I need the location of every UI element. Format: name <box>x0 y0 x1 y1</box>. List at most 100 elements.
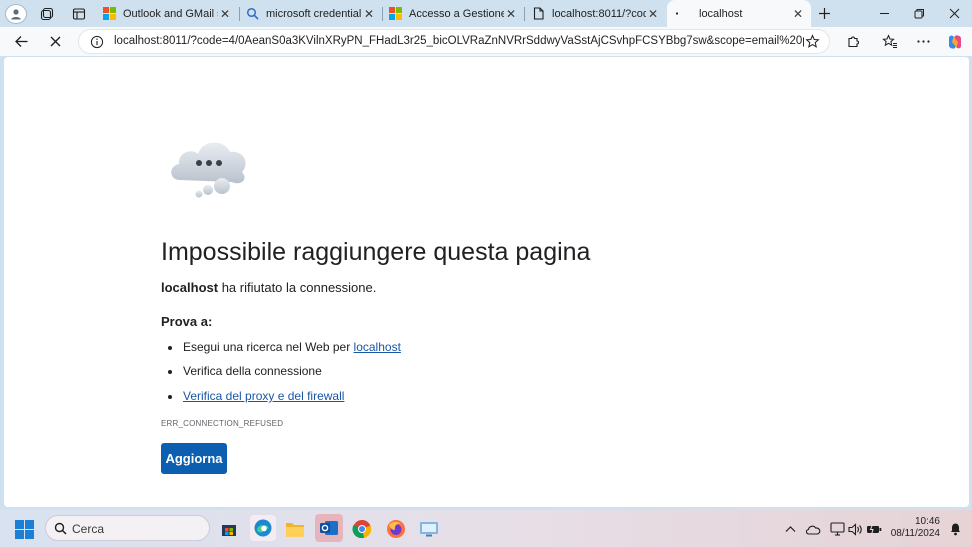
close-tab-icon[interactable]: ✕ <box>791 7 805 21</box>
tab-localhost-code[interactable]: localhost:8011/?code=4 ✕ <box>525 0 666 27</box>
taskbar-store[interactable] <box>217 517 241 541</box>
copilot-button[interactable] <box>943 30 967 53</box>
settings-more-button[interactable] <box>911 30 935 53</box>
info-icon[interactable] <box>90 35 104 49</box>
clock-date: 08/11/2024 <box>890 528 940 539</box>
remote-desktop-icon <box>420 522 438 537</box>
cloud-icon <box>805 525 821 535</box>
suggestion-proxy: Verifica del proxy e del firewall <box>168 389 344 403</box>
close-icon <box>949 8 959 19</box>
battery-icon <box>867 523 882 535</box>
tab-title: microsoft credential ma <box>266 7 362 20</box>
url-text[interactable]: localhost:8011/?code=4/0AeanS0a3KVilnXRy… <box>114 35 804 47</box>
suggestion-search-text: Esegui una ricerca nel Web per <box>183 340 354 354</box>
bullet <box>168 394 172 399</box>
workspaces-icon <box>40 7 54 20</box>
microsoft-logo-icon <box>389 7 402 20</box>
start-button[interactable] <box>12 517 36 541</box>
battery-tray[interactable] <box>862 517 886 541</box>
page-icon <box>533 7 544 20</box>
folder-icon <box>286 522 304 537</box>
search-placeholder: Cerca <box>72 522 105 536</box>
tab-outlook-gmail-sync[interactable]: Outlook and GMail sync ✕ <box>96 0 238 27</box>
cloud-error-icon <box>171 142 246 198</box>
close-window-button[interactable] <box>937 0 971 27</box>
reload-button[interactable]: Aggiorna <box>161 443 227 474</box>
minimize-icon <box>879 13 889 14</box>
vertical-tabs-button[interactable] <box>67 3 91 24</box>
bullet <box>168 345 172 350</box>
restore-icon <box>914 9 924 19</box>
new-tab-button[interactable] <box>807 0 841 27</box>
error-title: Impossibile raggiungere questa pagina <box>161 238 591 266</box>
suggestion-search: Esegui una ricerca nel Web per localhost <box>168 340 401 354</box>
tab-strip: Outlook and GMail sync ✕ microsoft crede… <box>0 0 972 27</box>
error-code: ERR_CONNECTION_REFUSED <box>161 419 284 428</box>
proxy-firewall-link[interactable]: Verifica del proxy e del firewall <box>183 389 344 403</box>
onedrive-tray[interactable] <box>801 517 825 541</box>
tab-title: localhost:8011/?code=4 <box>552 7 646 20</box>
tab-accesso-gestione[interactable]: Accesso a Gestione cred ✕ <box>382 0 524 27</box>
chrome-icon <box>352 520 372 539</box>
clock-time: 10:46 <box>914 516 940 527</box>
taskbar-search[interactable]: Cerca <box>45 515 210 541</box>
notifications-button[interactable] <box>943 517 967 541</box>
search-icon <box>54 522 67 535</box>
speaker-icon <box>847 522 862 536</box>
tab-microsoft-credential[interactable]: microsoft credential ma ✕ <box>239 0 382 27</box>
search-localhost-link[interactable]: localhost <box>354 340 401 354</box>
puzzle-icon <box>847 36 859 48</box>
firefox-icon <box>387 520 405 538</box>
error-host: localhost <box>161 280 219 295</box>
windows-logo-icon <box>14 519 34 539</box>
taskbar-edge[interactable] <box>250 515 276 541</box>
close-tab-icon[interactable]: ✕ <box>362 7 376 21</box>
favorites-button[interactable] <box>878 30 902 53</box>
taskbar-explorer[interactable] <box>283 517 307 541</box>
chevron-up-icon <box>785 526 795 532</box>
favorites-icon <box>882 34 897 48</box>
taskbar: Cerca 10:46 08/11/2024 <box>0 510 972 547</box>
tab-title: Outlook and GMail sync <box>123 7 218 20</box>
error-message-text: ha rifiutato la connessione. <box>221 280 377 295</box>
suggestion-connection-text: Verifica della connessione <box>183 364 322 378</box>
more-dots-icon <box>916 40 930 43</box>
extensions-button[interactable] <box>841 30 865 53</box>
outlook-icon <box>320 521 338 535</box>
person-icon <box>11 9 21 20</box>
store-icon <box>222 525 236 536</box>
close-icon <box>50 36 60 47</box>
plus-icon <box>818 8 830 19</box>
tab-actions-icon <box>72 7 86 20</box>
taskbar-outlook[interactable] <box>315 514 343 542</box>
profile-avatar[interactable] <box>5 4 27 24</box>
error-message: localhost ha rifiutato la connessione. <box>161 280 376 295</box>
star-icon[interactable] <box>805 34 820 49</box>
close-tab-icon[interactable]: ✕ <box>504 7 518 21</box>
try-heading: Prova a: <box>161 314 213 329</box>
taskbar-chrome[interactable] <box>350 517 374 541</box>
loading-icon <box>675 12 679 15</box>
arrow-left-icon <box>14 36 27 47</box>
taskbar-firefox[interactable] <box>384 517 408 541</box>
address-bar[interactable]: localhost:8011/?code=4/0AeanS0a3KVilnXRy… <box>78 29 830 54</box>
show-hidden-icons-button[interactable] <box>778 517 802 541</box>
close-tab-icon[interactable]: ✕ <box>646 7 660 21</box>
copilot-icon <box>949 34 961 49</box>
stop-loading-button[interactable] <box>43 30 67 53</box>
bullet <box>168 369 172 374</box>
workspaces-button[interactable] <box>35 3 59 24</box>
search-icon <box>246 7 259 20</box>
close-tab-icon[interactable]: ✕ <box>218 7 232 21</box>
back-button[interactable] <box>9 30 33 53</box>
clock[interactable]: 10:46 08/11/2024 <box>891 516 940 540</box>
restore-button[interactable] <box>902 0 936 27</box>
bell-icon <box>950 523 960 536</box>
minimize-button[interactable] <box>867 0 901 27</box>
tab-localhost-active[interactable]: localhost ✕ <box>667 0 811 27</box>
suggestion-connection: Verifica della connessione <box>168 364 322 378</box>
taskbar-app[interactable] <box>417 517 441 541</box>
tab-title: localhost <box>699 7 743 20</box>
browser-toolbar: localhost:8011/?code=4/0AeanS0a3KVilnXRy… <box>0 27 972 56</box>
microsoft-logo-icon <box>103 7 116 20</box>
